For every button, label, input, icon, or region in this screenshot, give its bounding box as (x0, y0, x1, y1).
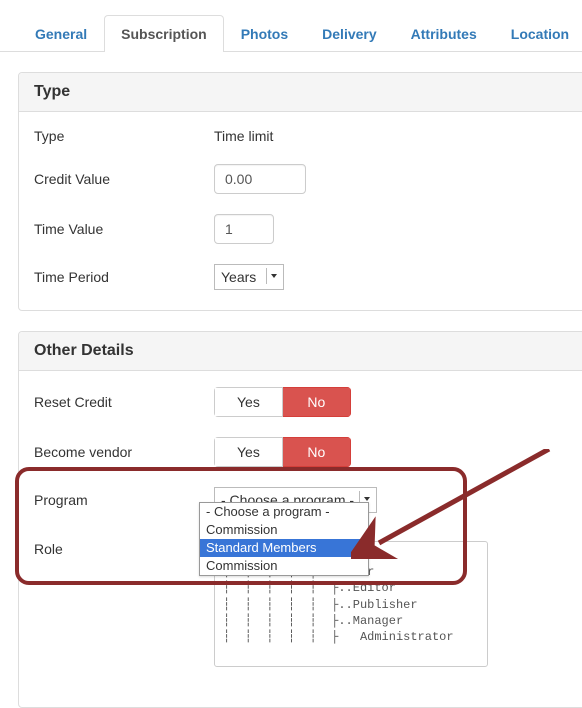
reset-credit-no-button[interactable]: No (283, 387, 351, 417)
time-period-select[interactable]: Years (214, 264, 284, 290)
time-value-label: Time Value (34, 221, 214, 237)
chevron-down-icon (266, 268, 280, 284)
program-option-commission[interactable]: Commission (200, 521, 368, 539)
tab-delivery[interactable]: Delivery (305, 15, 393, 52)
type-panel-heading: Type (19, 73, 582, 112)
tab-location[interactable]: Location (494, 15, 582, 52)
credit-value-label: Credit Value (34, 171, 214, 187)
other-details-heading: Other Details (19, 332, 582, 371)
reset-credit-yes-button[interactable]: Yes (214, 387, 283, 417)
type-label: Type (34, 128, 214, 144)
program-dropdown: - Choose a program - Commission Standard… (199, 502, 369, 576)
become-vendor-label: Become vendor (34, 444, 214, 460)
program-option-placeholder[interactable]: - Choose a program - (200, 503, 368, 521)
program-option-standard-members[interactable]: Standard Members (200, 539, 368, 557)
type-panel: Type Type Time limit Credit Value Time V… (18, 72, 582, 311)
become-vendor-yes-button[interactable]: Yes (214, 437, 283, 467)
time-period-label: Time Period (34, 269, 214, 285)
tab-subscription[interactable]: Subscription (104, 15, 224, 52)
program-option-commission-2[interactable]: Commission (200, 557, 368, 575)
reset-credit-label: Reset Credit (34, 394, 214, 410)
tab-photos[interactable]: Photos (224, 15, 305, 52)
credit-value-input[interactable] (214, 164, 306, 194)
other-details-panel: Other Details Reset Credit Yes No Become… (18, 331, 582, 708)
tabs-nav: General Subscription Photos Delivery Att… (0, 0, 582, 52)
become-vendor-no-button[interactable]: No (283, 437, 351, 467)
tab-attributes[interactable]: Attributes (394, 15, 494, 52)
become-vendor-toggle: Yes No (214, 437, 351, 467)
program-label: Program (34, 492, 214, 508)
role-label: Role (34, 541, 214, 557)
type-value: Time limit (214, 128, 273, 144)
reset-credit-toggle: Yes No (214, 387, 351, 417)
tab-general[interactable]: General (18, 15, 104, 52)
time-value-input[interactable] (214, 214, 274, 244)
